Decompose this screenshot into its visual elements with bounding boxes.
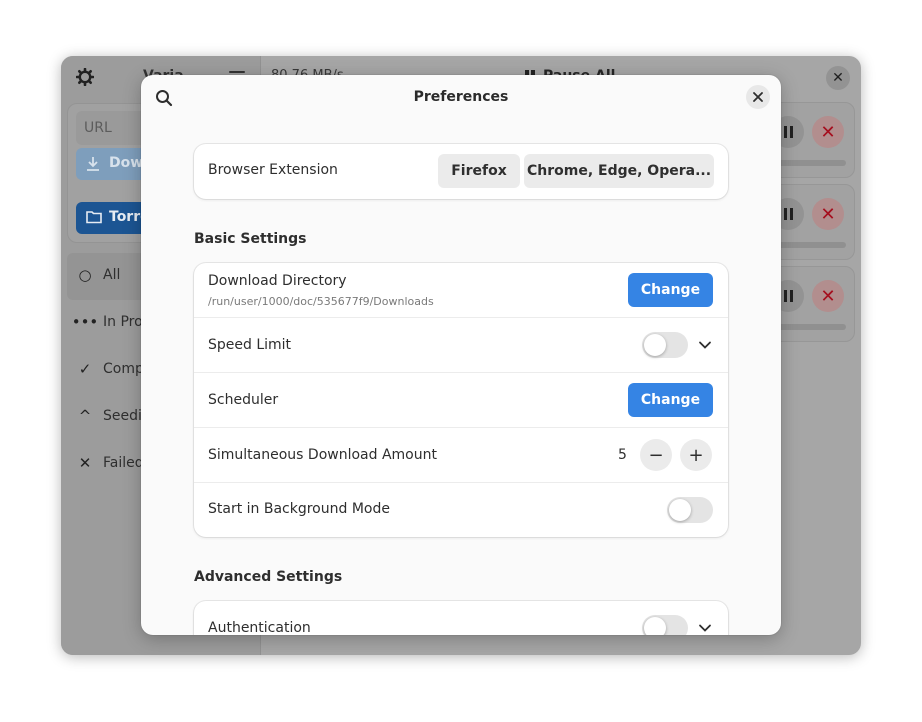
- download-icon: [87, 157, 99, 171]
- decrement-button[interactable]: −: [640, 439, 672, 471]
- change-scheduler-button[interactable]: Change: [628, 383, 713, 417]
- chevron-down-icon[interactable]: [698, 621, 712, 635]
- chrome-edge-opera-button[interactable]: Chrome, Edge, Opera...: [524, 154, 714, 188]
- scheduler-row: Scheduler Change: [194, 373, 728, 428]
- preferences-dialog: Preferences Browser Extension Firefox Ch…: [141, 75, 781, 635]
- gear-icon[interactable]: [76, 68, 94, 86]
- sidebar-item-label: All: [103, 267, 121, 283]
- download-item: ✕: [769, 184, 855, 260]
- scheduler-label: Scheduler: [208, 392, 279, 408]
- sidebar-item-label: Failed: [103, 455, 144, 471]
- download-directory-label: Download Directory: [208, 273, 347, 289]
- advanced-settings-title: Advanced Settings: [194, 569, 343, 585]
- speed-limit-label: Speed Limit: [208, 337, 292, 353]
- progress-bar: [770, 242, 846, 248]
- cancel-download-button[interactable]: ✕: [812, 280, 844, 312]
- authentication-row: Authentication: [194, 601, 728, 635]
- dots-icon: •••: [71, 313, 99, 331]
- firefox-button[interactable]: Firefox: [438, 154, 520, 188]
- download-item: ✕: [769, 102, 855, 178]
- download-directory-row: Download Directory /run/user/1000/doc/53…: [194, 263, 728, 318]
- background-mode-switch[interactable]: [667, 497, 713, 523]
- dialog-close-button[interactable]: [746, 85, 770, 109]
- speed-limit-switch[interactable]: [642, 332, 688, 358]
- check-icon: ✓: [78, 360, 92, 378]
- authentication-label: Authentication: [208, 620, 311, 635]
- simultaneous-download-value: 5: [618, 447, 627, 463]
- download-item: ✕: [769, 266, 855, 342]
- folder-open-icon: [86, 211, 102, 224]
- chevron-up-icon: ^: [78, 407, 92, 425]
- simultaneous-download-label: Simultaneous Download Amount: [208, 447, 437, 463]
- progress-bar: [770, 160, 846, 166]
- simultaneous-download-row: Simultaneous Download Amount 5 − +: [194, 428, 728, 483]
- authentication-switch[interactable]: [642, 615, 688, 635]
- close-icon: [753, 92, 763, 102]
- chevron-down-icon[interactable]: [698, 338, 712, 352]
- browser-extension-row: Browser Extension Firefox Chrome, Edge, …: [194, 144, 728, 199]
- download-directory-path: /run/user/1000/doc/535677f9/Downloads: [208, 295, 434, 308]
- browser-extension-card: Browser Extension Firefox Chrome, Edge, …: [194, 144, 728, 199]
- circle-icon: ○: [78, 266, 92, 284]
- cancel-download-button[interactable]: ✕: [812, 116, 844, 148]
- background-mode-label: Start in Background Mode: [208, 501, 390, 517]
- background-mode-row: Start in Background Mode: [194, 483, 728, 537]
- change-directory-button[interactable]: Change: [628, 273, 713, 307]
- speed-limit-row: Speed Limit: [194, 318, 728, 373]
- window-close-button[interactable]: ✕: [826, 66, 850, 90]
- basic-settings-title: Basic Settings: [194, 231, 307, 247]
- dialog-title: Preferences: [413, 89, 509, 105]
- advanced-settings-card: Authentication: [194, 601, 728, 635]
- x-icon: ✕: [78, 454, 92, 472]
- basic-settings-card: Download Directory /run/user/1000/doc/53…: [194, 263, 728, 537]
- close-icon: ✕: [832, 70, 844, 86]
- browser-extension-label: Browser Extension: [208, 162, 338, 178]
- cancel-download-button[interactable]: ✕: [812, 198, 844, 230]
- increment-button[interactable]: +: [680, 439, 712, 471]
- progress-bar: [770, 324, 846, 330]
